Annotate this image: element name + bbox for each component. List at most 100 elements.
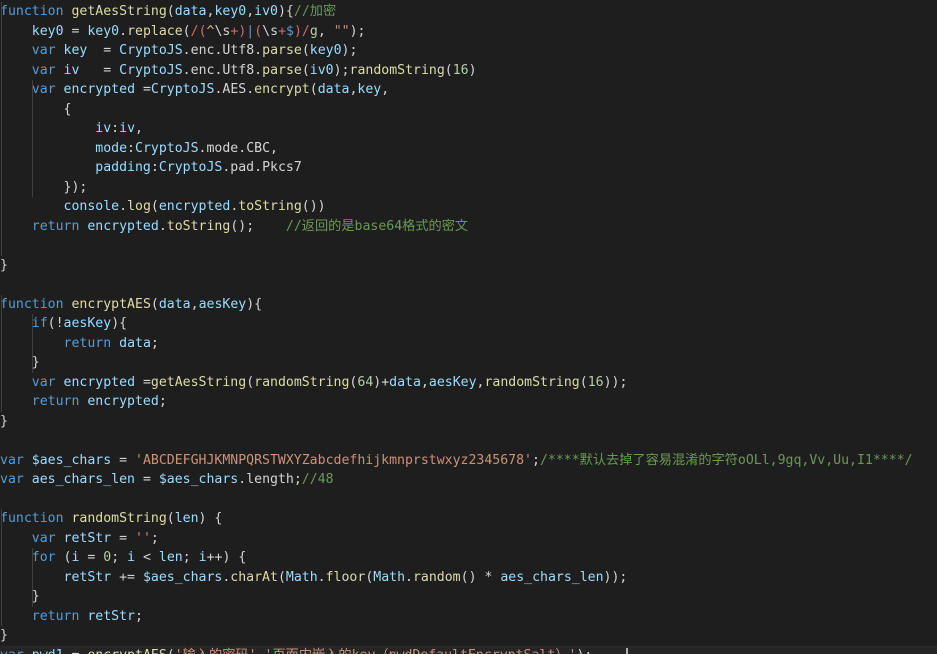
code-line[interactable]: var aes_chars_len = $aes_chars.length;//… bbox=[0, 470, 937, 490]
code-token: return bbox=[31, 608, 80, 624]
code-line[interactable]: return encrypted; bbox=[0, 392, 937, 412]
code-token: retStr bbox=[63, 530, 112, 546]
code-token: g bbox=[309, 23, 318, 39]
code-token: ){ bbox=[246, 296, 263, 312]
code-line[interactable]: var pwd1 = encryptAES('输入的密码','页面内嵌入的key… bbox=[0, 645, 937, 654]
code-line[interactable]: var iv = CryptoJS.enc.Utf8.parse(iv0);ra… bbox=[0, 61, 937, 81]
code-line[interactable] bbox=[0, 490, 937, 510]
code-token: key0 bbox=[214, 4, 247, 19]
code-token: 'ABCDEFGHJKMNPQRSTWXYZabcdefhijkmnprstwx… bbox=[135, 452, 532, 468]
code-token: i bbox=[127, 550, 136, 565]
code-editor[interactable]: function getAesString(data,key0,iv0){//加… bbox=[0, 0, 937, 654]
code-line[interactable]: function getAesString(data,key0,iv0){//加… bbox=[0, 2, 937, 22]
code-line[interactable] bbox=[0, 431, 937, 451]
code-token: mode bbox=[206, 140, 239, 156]
code-line[interactable]: } bbox=[0, 626, 937, 646]
code-token: ( bbox=[277, 569, 286, 585]
code-token: += bbox=[111, 569, 143, 585]
code-token: )+ bbox=[373, 374, 390, 390]
code-token: (); bbox=[230, 218, 286, 234]
code-line[interactable]: function encryptAES(data,aesKey){ bbox=[0, 295, 937, 315]
code-token: } bbox=[0, 355, 40, 370]
code-line[interactable]: iv:iv, bbox=[0, 119, 937, 139]
code-token: retStr bbox=[87, 608, 135, 624]
code-token: ); bbox=[576, 648, 592, 654]
code-line[interactable] bbox=[0, 275, 937, 295]
code-line[interactable]: } bbox=[0, 587, 937, 607]
code-token: $ bbox=[286, 23, 294, 39]
code-token: iv bbox=[63, 62, 80, 78]
code-token: = bbox=[111, 452, 136, 468]
code-token: ++) { bbox=[206, 550, 247, 565]
code-line[interactable] bbox=[0, 236, 937, 256]
code-token: Math bbox=[285, 569, 318, 585]
code-line[interactable]: { bbox=[0, 100, 937, 120]
code-token: for bbox=[31, 550, 56, 565]
code-line[interactable]: mode:CryptoJS.mode.CBC, bbox=[0, 139, 937, 159]
code-token: = bbox=[111, 530, 136, 546]
code-token: = bbox=[135, 374, 151, 390]
code-token: , bbox=[317, 23, 334, 39]
indent-guide bbox=[0, 294, 2, 412]
code-token: ; bbox=[158, 394, 167, 409]
code-token: ( bbox=[444, 62, 453, 78]
code-token: / bbox=[190, 23, 199, 39]
code-line[interactable]: } bbox=[0, 256, 937, 276]
code-token: function bbox=[0, 296, 64, 312]
code-token: function bbox=[0, 4, 64, 19]
code-line[interactable]: console.log(encrypted.toString()) bbox=[0, 197, 937, 217]
code-token: . bbox=[158, 218, 167, 234]
code-token: : bbox=[111, 121, 120, 136]
code-token: . bbox=[405, 569, 413, 585]
code-token: ; bbox=[150, 335, 159, 351]
code-line[interactable]: var encrypted =CryptoJS.AES.encrypt(data… bbox=[0, 80, 937, 100]
code-line[interactable]: var retStr = ''; bbox=[0, 529, 937, 549]
code-token: ( bbox=[246, 374, 255, 390]
code-line[interactable]: key0 = key0.replace(/(^\s+)|(\s+$)/g, ""… bbox=[0, 22, 937, 42]
code-line[interactable]: for (i = 0; i < len; i++) { bbox=[0, 548, 937, 568]
code-line[interactable]: } bbox=[0, 353, 937, 373]
code-line[interactable]: var key = CryptoJS.enc.Utf8.parse(key0); bbox=[0, 41, 937, 61]
code-line[interactable]: return retStr; bbox=[0, 607, 937, 627]
code-token: : bbox=[127, 140, 135, 156]
code-line[interactable]: }); bbox=[0, 178, 937, 198]
code-token: aesKey bbox=[428, 374, 477, 390]
code-token: Pkcs7 bbox=[262, 160, 302, 175]
code-token: . bbox=[254, 160, 263, 175]
code-token: ( bbox=[166, 511, 175, 526]
code-token: ( bbox=[198, 23, 207, 39]
code-token: = bbox=[135, 82, 151, 97]
code-line[interactable]: function randomString(len) { bbox=[0, 509, 937, 529]
code-line[interactable]: padding:CryptoJS.pad.Pkcs7 bbox=[0, 158, 937, 178]
code-token: i bbox=[198, 550, 207, 565]
code-token: length bbox=[246, 472, 294, 487]
code-token: = bbox=[87, 43, 120, 58]
code-line[interactable]: return encrypted.toString(); //返回的是base6… bbox=[0, 217, 937, 237]
code-token: 64 bbox=[357, 374, 374, 390]
code-line[interactable]: return data; bbox=[0, 334, 937, 354]
code-token: { bbox=[0, 101, 72, 117]
code-token: ( bbox=[182, 23, 191, 39]
code-token: var bbox=[31, 82, 56, 97]
code-line[interactable]: var encrypted =getAesString(randomString… bbox=[0, 373, 937, 393]
code-line[interactable]: var $aes_chars = 'ABCDEFGHJKMNPQRSTWXYZa… bbox=[0, 451, 937, 471]
code-token: encrypted bbox=[87, 218, 159, 234]
code-token: len bbox=[158, 550, 183, 565]
code-line[interactable]: retStr += $aes_chars.charAt(Math.floor(M… bbox=[0, 568, 937, 588]
code-token: var bbox=[0, 472, 24, 487]
code-token: randomString bbox=[71, 511, 167, 526]
code-token: var bbox=[31, 43, 56, 58]
code-token: key0 bbox=[31, 23, 64, 39]
code-content[interactable]: function getAesString(data,key0,iv0){//加… bbox=[0, 0, 937, 654]
code-token: ) bbox=[293, 23, 302, 39]
code-token: var bbox=[31, 374, 56, 390]
code-token: \s bbox=[262, 23, 279, 39]
code-token: randomString bbox=[254, 374, 350, 390]
code-token: )); bbox=[603, 374, 628, 390]
code-line[interactable]: if(!aesKey){ bbox=[0, 314, 937, 334]
code-line[interactable]: } bbox=[0, 412, 937, 432]
